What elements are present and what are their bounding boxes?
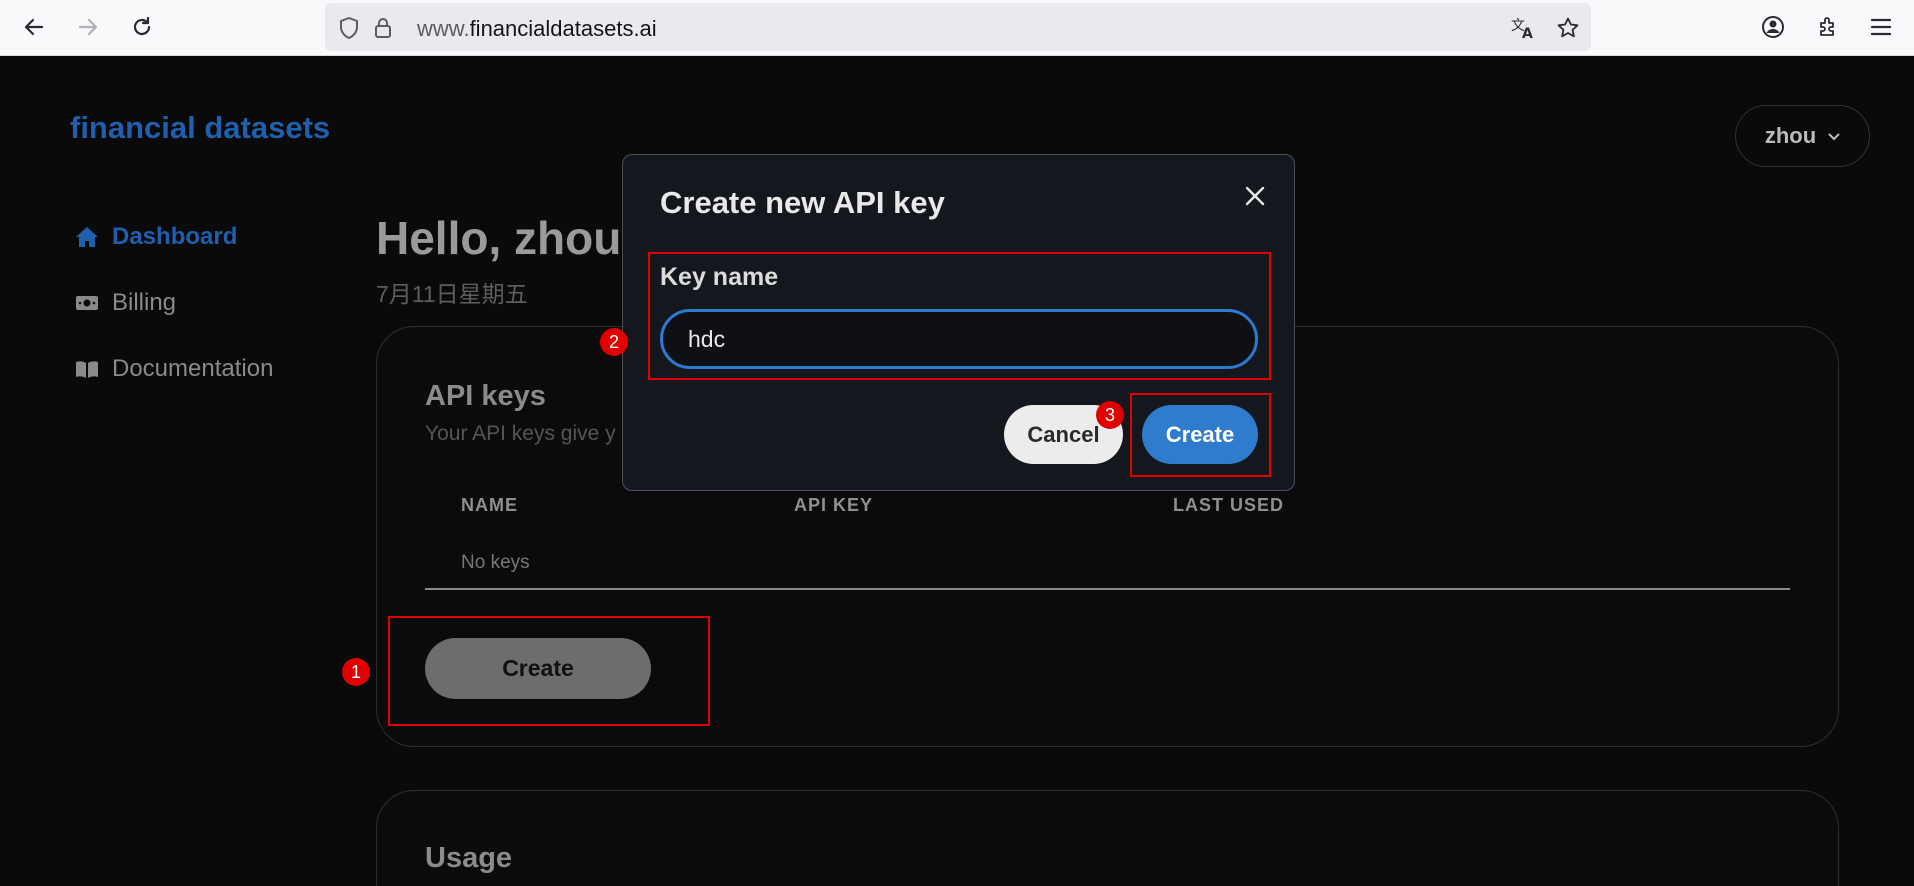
step-badge-1: 1 [342, 658, 370, 686]
column-header-api-key: API KEY [794, 495, 874, 515]
book-icon [74, 356, 100, 382]
menu-icon[interactable] [1863, 10, 1899, 44]
url-bar[interactable]: www.financialdatasets.ai 文A [325, 3, 1591, 51]
forward-icon[interactable] [70, 10, 106, 44]
page-greeting: Hello, zhou [376, 212, 622, 264]
account-icon[interactable] [1755, 10, 1791, 44]
usage-card [376, 790, 1839, 886]
step-badge-2: 2 [600, 328, 628, 356]
highlight-box-1 [388, 616, 710, 726]
step-badge-3: 3 [1096, 401, 1124, 429]
bookmark-star-icon[interactable] [1554, 14, 1582, 42]
close-icon[interactable] [1238, 179, 1272, 213]
table-divider [425, 588, 1790, 590]
chevron-down-icon [1828, 129, 1840, 144]
translate-icon[interactable]: 文A [1509, 14, 1537, 42]
url-prefix: www. [417, 16, 470, 41]
svg-text:A: A [1522, 26, 1533, 40]
brand-logo[interactable]: financial datasets [70, 110, 330, 146]
empty-keys-text: No keys [461, 552, 530, 573]
user-menu-label: zhou [1764, 123, 1817, 148]
browser-toolbar: www.financialdatasets.ai 文A [0, 0, 1914, 56]
sidebar-item-label: Dashboard [112, 223, 238, 250]
url-domain: financialdatasets.ai [469, 16, 657, 41]
sidebar-item-label: Documentation [112, 355, 274, 382]
lock-icon[interactable] [369, 14, 397, 42]
highlight-box-3 [1130, 393, 1271, 477]
column-header-name: NAME [461, 495, 518, 515]
current-date: 7月11日星期五 [376, 281, 528, 307]
api-keys-description: Your API keys give y [425, 422, 616, 445]
user-menu-button[interactable]: zhou [1735, 105, 1870, 167]
sidebar-item-label: Billing [112, 289, 177, 316]
column-header-last-used: LAST USED [1173, 495, 1285, 515]
sidebar-item-documentation[interactable]: Documentation [74, 355, 273, 383]
home-icon [74, 224, 100, 250]
highlight-box-2 [648, 252, 1271, 380]
extensions-icon[interactable] [1810, 10, 1846, 44]
api-keys-title: API keys [425, 380, 546, 412]
dialog-title: Create new API key [660, 185, 945, 220]
sidebar-item-dashboard[interactable]: Dashboard [74, 223, 237, 251]
shield-icon[interactable] [335, 14, 363, 42]
sidebar-item-billing[interactable]: Billing [74, 289, 176, 317]
reload-icon[interactable] [124, 10, 160, 44]
money-icon [74, 290, 100, 316]
back-icon[interactable] [16, 10, 52, 44]
url-text: www.financialdatasets.ai [417, 16, 657, 42]
usage-title: Usage [425, 842, 513, 874]
